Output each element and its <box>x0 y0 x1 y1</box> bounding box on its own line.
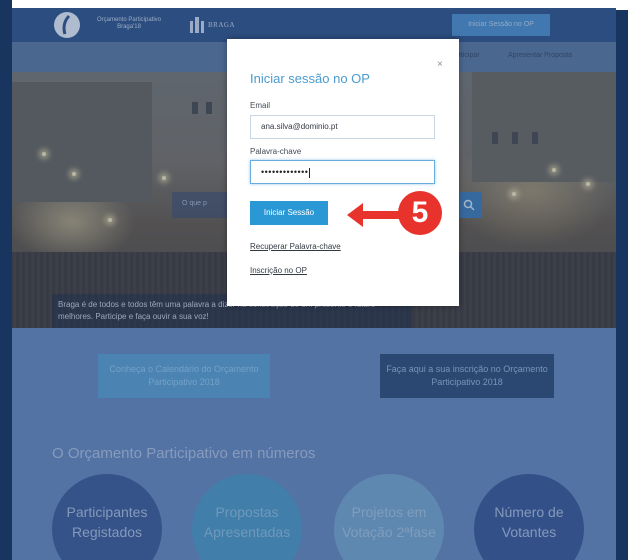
hero-building-left <box>12 82 152 202</box>
email-field[interactable]: ana.silva@dominio.pt <box>250 115 435 139</box>
street-light <box>162 176 166 180</box>
login-modal: × Iniciar sessão no OP Email ana.silva@d… <box>227 39 459 306</box>
nav-item-apresentar-proposta[interactable]: Apresentar Proposta <box>508 52 572 59</box>
stat-voters: Número de Votantes <box>474 474 584 560</box>
login-submit-button[interactable]: Iniciar Sessão <box>250 201 328 225</box>
hero-window <box>492 132 498 144</box>
op-logo-icon[interactable] <box>54 12 80 38</box>
password-value: ••••••••••••• <box>261 167 309 177</box>
street-light <box>586 182 590 186</box>
hero-window <box>192 102 198 114</box>
login-button[interactable]: Iniciar Sessão no OP <box>452 14 550 36</box>
search-placeholder: O que p <box>182 200 207 207</box>
recover-password-link[interactable]: Recuperar Palavra-chave <box>250 242 341 251</box>
search-button[interactable] <box>456 192 482 218</box>
password-field[interactable]: ••••••••••••• <box>250 160 435 184</box>
numbers-title: O Orçamento Participativo em números <box>52 445 316 462</box>
text-caret <box>309 167 311 178</box>
stat-registered-participants: Participantes Registados <box>52 474 162 560</box>
street-light <box>42 152 46 156</box>
password-label: Palavra-chave <box>250 147 302 156</box>
street-light <box>108 218 112 222</box>
frame-right <box>616 0 628 560</box>
city-name: BRAGA <box>208 21 236 29</box>
logo-title[interactable]: Orçamento Participativo Braga'18 <box>86 17 172 31</box>
email-label: Email <box>250 101 271 110</box>
close-icon[interactable]: × <box>437 59 443 70</box>
register-cta-button[interactable]: Faça aqui a sua inscrição no Orçamento P… <box>380 354 554 398</box>
stat-projects-voting: Projetos em Votação 2ªfase <box>334 474 444 560</box>
hero-window <box>512 132 518 144</box>
street-light <box>552 168 556 172</box>
stat-submitted-proposals: Propostas Apresentadas <box>192 474 302 560</box>
street-light <box>512 192 516 196</box>
site-header: Orçamento Participativo Braga'18 BRAGA I… <box>12 8 616 42</box>
step-badge: 5 <box>398 191 442 235</box>
hero-window <box>532 132 538 144</box>
calendar-button[interactable]: Conheça o Calendário do Orçamento Partic… <box>98 354 270 398</box>
hero-window <box>206 102 212 114</box>
street-light <box>72 172 76 176</box>
search-icon <box>463 199 475 211</box>
hero-building-right <box>472 72 616 182</box>
braga-emblem-icon <box>190 17 204 33</box>
email-value: ana.silva@dominio.pt <box>261 122 338 131</box>
register-link[interactable]: Inscrição no OP <box>250 266 307 275</box>
page: Orçamento Participativo Braga'18 BRAGA I… <box>12 8 616 560</box>
frame-left <box>0 0 12 560</box>
modal-title: Iniciar sessão no OP <box>250 71 370 86</box>
